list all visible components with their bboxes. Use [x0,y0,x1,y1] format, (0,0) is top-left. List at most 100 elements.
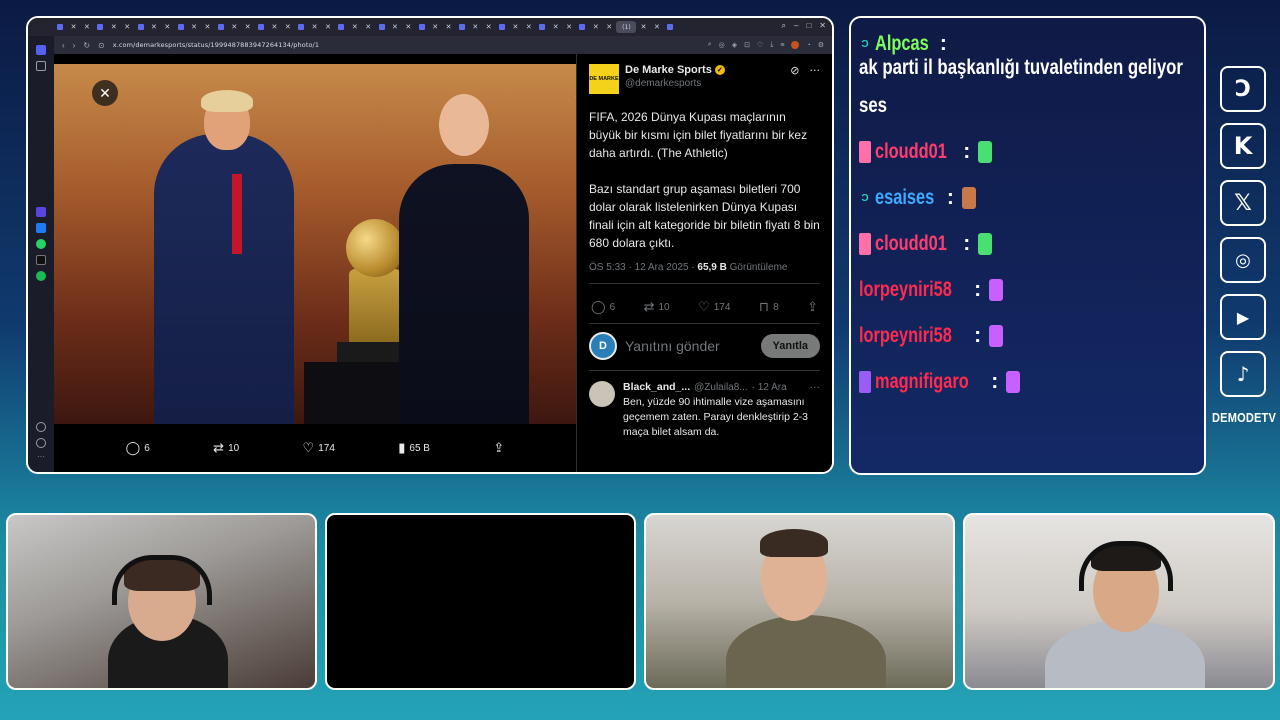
author-avatar[interactable]: DE MARKE [589,64,619,94]
browser-tab[interactable] [375,21,387,33]
spotify-icon[interactable] [36,271,46,281]
photo-share-action[interactable]: ⇪ [493,441,504,456]
browser-tab[interactable]: ✕ [402,21,414,33]
menu-icon[interactable]: ≡ [780,42,784,49]
whatsapp-icon[interactable] [36,239,46,249]
browser-tab[interactable]: ✕ [228,21,240,33]
bookmark-stat[interactable]: ⊓ 8 [759,300,779,315]
browser-tab[interactable]: ✕ [81,21,93,33]
user-avatar[interactable]: D [589,332,617,360]
photo-repost-action[interactable]: ⇄ 10 [213,441,239,456]
browser-tab[interactable] [416,21,428,33]
bookmark-heart-icon[interactable]: ♡ [757,41,763,49]
heart-icon[interactable] [36,422,46,432]
browser-tab[interactable]: ✕ [161,21,173,33]
browser-tab[interactable] [175,21,187,33]
home-icon[interactable] [36,45,46,55]
download-icon[interactable]: ⤓ [770,41,773,49]
browser-tab[interactable] [335,21,347,33]
maximize-icon[interactable]: □ [806,21,811,31]
browser-tab[interactable]: ✕ [483,21,495,33]
site-info-icon[interactable]: ⊙ [98,41,105,50]
browser-tab[interactable]: ✕ [523,21,535,33]
photo-reply-action[interactable]: ◯ 6 [126,441,150,456]
browser-tab[interactable] [576,21,588,33]
chat-username[interactable]: magnifigaro [875,370,969,394]
browser-tab[interactable] [456,21,468,33]
browser-tab[interactable]: ✕ [67,21,79,33]
tweet-time[interactable]: ÖS 5:33 · 12 Ara 2025 · [589,262,697,273]
reply-author-name[interactable]: Black_and_... [623,381,690,393]
grok-icon[interactable]: ⊘ [790,64,799,77]
browser-tab[interactable]: ✕ [590,21,602,33]
browser-tab[interactable] [664,21,676,33]
zoom-icon[interactable]: ⌕ [708,41,712,49]
browser-tab[interactable] [54,21,66,33]
browser-tab[interactable]: ✕ [241,21,253,33]
browser-tab[interactable]: ✕ [362,21,374,33]
browser-tab[interactable]: ✕ [308,21,320,33]
reply-input[interactable]: Yanıtını gönder [625,338,753,354]
aria-icon[interactable] [36,207,46,217]
browser-tab[interactable]: ✕ [148,21,160,33]
browser-tab[interactable]: ✕ [429,21,441,33]
reply-stat[interactable]: ◯ 6 [591,300,615,315]
more-options-icon[interactable]: ··· [810,381,821,393]
photo-like-action[interactable]: ♡ 174 [303,441,335,456]
browser-tab[interactable]: ✕ [563,21,575,33]
browser-tab[interactable] [215,21,227,33]
chat-username[interactable]: lorpeyniri58 [859,324,952,348]
extension-icon[interactable] [791,41,800,49]
history-icon[interactable] [36,438,46,448]
browser-tab[interactable]: ✕ [188,21,200,33]
author-name-row[interactable]: De Marke Sports ✓ [625,64,784,76]
chat-username[interactable]: lorpeyniri58 [859,278,952,302]
browser-tab[interactable]: ✕ [603,21,615,33]
repost-stat[interactable]: ⇄ 10 [644,300,670,315]
browser-tab[interactable]: ✕ [651,21,663,33]
reply-button[interactable]: Yanıtla [760,334,820,358]
author-handle[interactable]: @demarkesports [625,78,784,89]
shield-icon[interactable]: ◈ [732,41,737,49]
profile-icon[interactable]: ◔ [806,42,810,49]
browser-tab[interactable] [496,21,508,33]
reply-item[interactable]: Black_and_... @Zulaila8... · 12 Ara ··· … [589,381,820,440]
star-icon[interactable] [36,61,46,71]
like-stat[interactable]: ♡ 174 [698,300,730,315]
chat-username[interactable]: esaises [875,186,934,210]
settings-icon[interactable]: ⚙ [818,41,824,49]
close-photo-button[interactable]: ✕ [92,80,118,106]
back-icon[interactable]: ‹ [62,41,65,50]
camera-icon[interactable]: ◎ [719,41,725,49]
browser-tab[interactable]: ✕ [469,21,481,33]
tweet-photo[interactable] [54,64,576,424]
browser-tab[interactable]: ✕ [389,21,401,33]
reply-avatar[interactable] [589,381,615,407]
browser-tab[interactable]: ✕ [108,21,120,33]
browser-tab[interactable] [94,21,106,33]
browser-tab[interactable]: ✕ [442,21,454,33]
reload-icon[interactable]: ↻ [83,41,90,50]
messenger-icon[interactable] [36,223,46,233]
more-options-icon[interactable]: ··· [810,64,821,77]
browser-tab[interactable]: ✕ [282,21,294,33]
forward-icon[interactable]: › [73,41,76,50]
window-close-icon[interactable]: ✕ [819,21,826,31]
snapshot-icon[interactable]: ⊡ [744,41,750,49]
browser-tab[interactable] [255,21,267,33]
photo-views-action[interactable]: ▮ 65 B [398,441,430,456]
url-field[interactable]: x.com/demarkesports/status/1999487883947… [113,41,319,49]
browser-tab[interactable] [134,21,146,33]
reply-author-handle[interactable]: @Zulaila8... [694,382,748,393]
browser-tab[interactable]: ✕ [322,21,334,33]
browser-tab[interactable]: ✕ [121,21,133,33]
browser-tab[interactable]: ✕ [268,21,280,33]
x-sidebar-icon[interactable] [36,255,46,265]
minimize-icon[interactable]: – [794,21,798,31]
browser-tab[interactable]: ✕ [349,21,361,33]
chat-username[interactable]: cloudd01 [875,232,947,256]
browser-tab[interactable] [295,21,307,33]
browser-tab[interactable]: ✕ [201,21,213,33]
browser-tab[interactable]: ✕ [637,21,649,33]
share-stat[interactable]: ⇪ [807,300,818,315]
